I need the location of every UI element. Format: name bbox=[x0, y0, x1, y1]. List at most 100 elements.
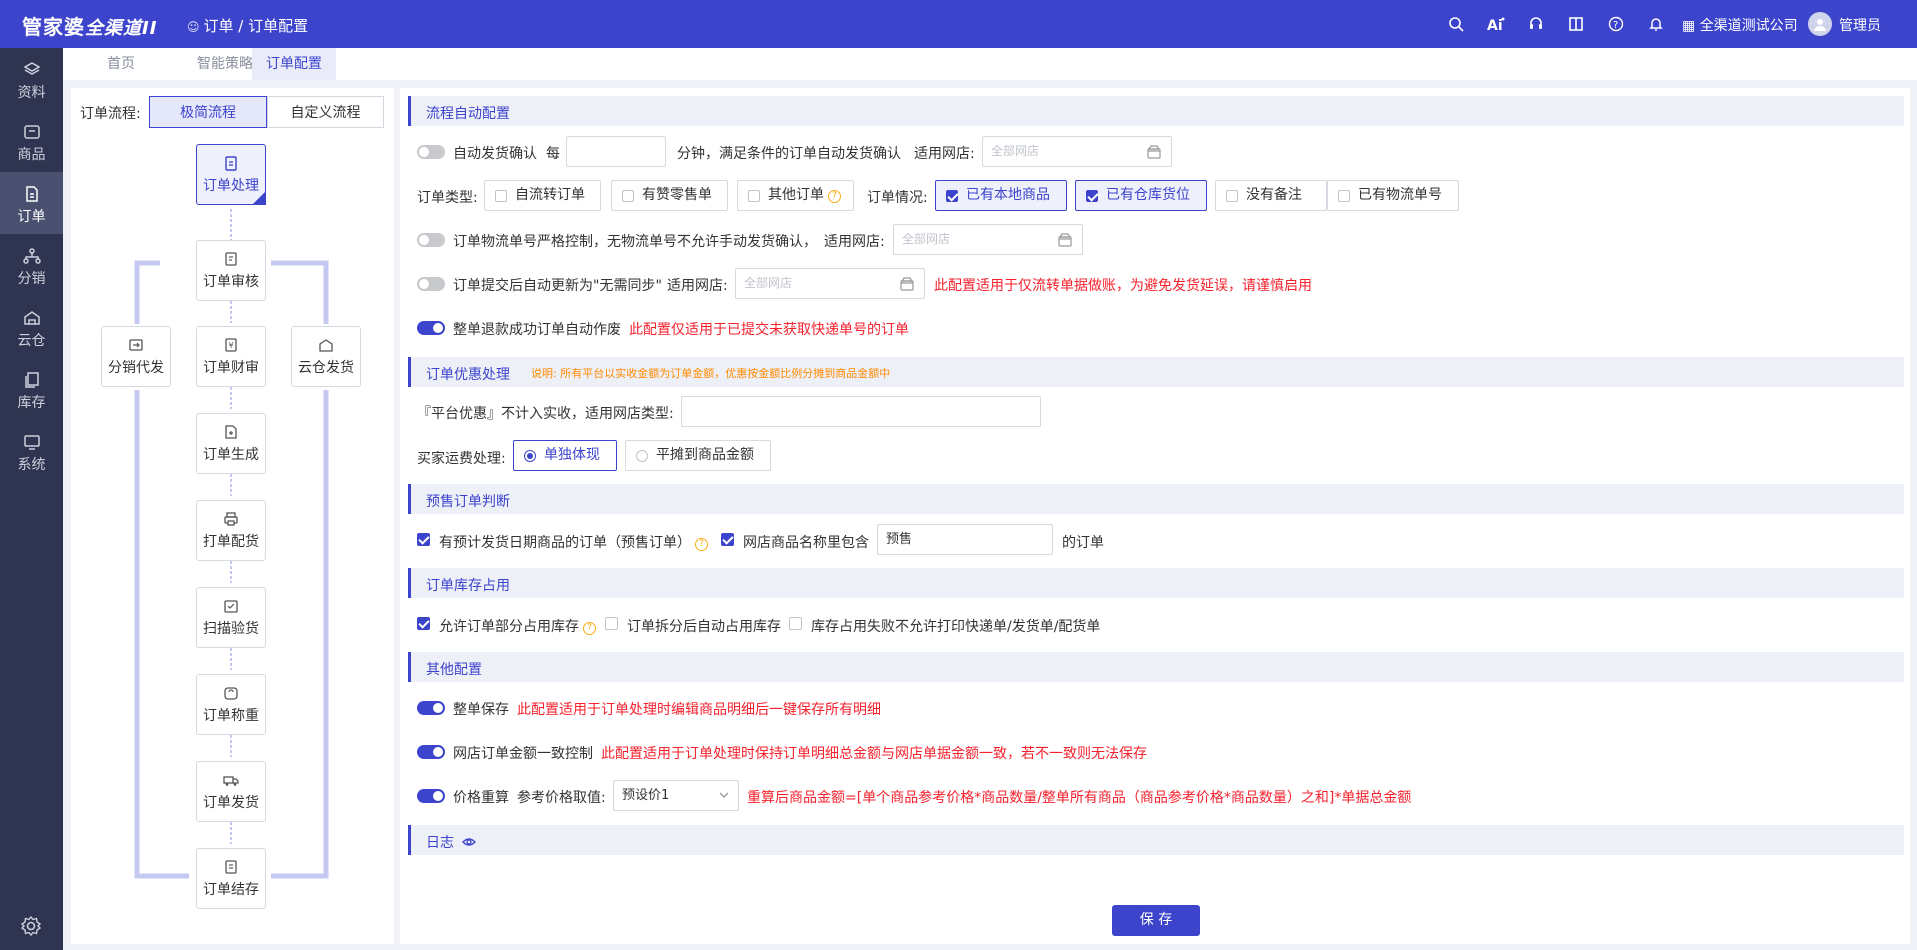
stock-split-checkbox[interactable] bbox=[605, 617, 618, 630]
tab-order-config[interactable]: 订单配置 bbox=[252, 48, 336, 80]
ai-icon[interactable]: Ai bbox=[1476, 12, 1516, 36]
flow-node-order-audit[interactable]: 订单审核 bbox=[196, 240, 266, 301]
reprice-label: 价格重算 bbox=[453, 790, 509, 806]
document-icon bbox=[25, 186, 38, 202]
amount-consistent-toggle[interactable] bbox=[417, 745, 445, 759]
status-warehouse-location[interactable]: 已有仓库货位 bbox=[1075, 180, 1207, 211]
freight-spread-radio[interactable]: 平摊到商品金额 bbox=[625, 440, 771, 471]
strict-logistics-label: 订单物流单号严格控制，无物流单号不允许手动发货确认， bbox=[453, 234, 817, 250]
flow-node-cloud-shipping[interactable]: 云仓发货 bbox=[291, 326, 361, 387]
printer-icon bbox=[224, 512, 238, 526]
tab-home[interactable]: 首页 bbox=[93, 48, 149, 80]
sidebar-item-products[interactable]: 商品 bbox=[0, 110, 63, 172]
search-icon[interactable] bbox=[1436, 12, 1476, 36]
flow-node-settle[interactable]: 订单结存 bbox=[196, 848, 266, 909]
reprice-toggle[interactable] bbox=[417, 789, 445, 803]
avatar[interactable] bbox=[1808, 12, 1832, 36]
status-no-remark[interactable]: 没有备注 bbox=[1215, 180, 1327, 211]
order-type-youzan[interactable]: 有赞零售单 bbox=[611, 180, 728, 211]
sidebar-item-cloud-warehouse[interactable]: 云仓 bbox=[0, 296, 63, 358]
no-sync-toggle[interactable] bbox=[417, 277, 445, 291]
eye-icon[interactable] bbox=[462, 835, 476, 849]
flow-node-print-pick[interactable]: 打单配货 bbox=[196, 500, 266, 561]
finance-icon: ¥ bbox=[225, 338, 237, 352]
question-icon[interactable]: ? bbox=[1596, 12, 1636, 36]
truck-icon bbox=[223, 776, 239, 786]
shop-label-2: 适用网店: bbox=[824, 234, 885, 250]
company-switcher[interactable]: ▦ 全渠道测试公司 bbox=[1682, 15, 1798, 35]
file-plus-icon bbox=[225, 425, 237, 439]
audit-icon bbox=[225, 252, 237, 266]
sidebar-item-orders[interactable]: 订单 bbox=[0, 172, 63, 234]
auto-confirm-toggle[interactable] bbox=[417, 145, 445, 159]
strict-logistics-toggle[interactable] bbox=[417, 233, 445, 247]
section-discount: 订单优惠处理 说明: 所有平台以实收金额为订单金额，优惠按金额比例分摊到商品金额中 bbox=[408, 357, 1904, 387]
flow-node-scan-inspect[interactable]: 扫描验货 bbox=[196, 587, 266, 648]
flow-node-finance-audit[interactable]: ¥ 订单财审 bbox=[196, 326, 266, 387]
app-logo: 管家婆全渠道II bbox=[22, 15, 158, 39]
freight-separate-radio[interactable]: 单独体现 bbox=[513, 440, 617, 471]
flow-node-ship[interactable]: 订单发货 bbox=[196, 761, 266, 822]
refund-void-warning: 此配置仅适用于已提交未获取快递单号的订单 bbox=[629, 322, 909, 338]
presale-name-checkbox[interactable] bbox=[721, 533, 734, 546]
sidebar-item-data[interactable]: 资料 bbox=[0, 48, 63, 110]
whole-save-toggle[interactable] bbox=[417, 701, 445, 715]
shop-label-3: 适用网店: bbox=[667, 278, 728, 294]
svg-text:¥: ¥ bbox=[229, 341, 234, 350]
flow-node-order-process[interactable]: 订单处理 bbox=[196, 144, 266, 205]
stock-split-label: 订单拆分后自动占用库存 bbox=[627, 619, 781, 635]
header-toolbar: Ai ? bbox=[1436, 12, 1676, 36]
stock-partial-checkbox[interactable] bbox=[417, 617, 430, 630]
share-icon bbox=[129, 339, 143, 351]
layers-icon bbox=[22, 62, 41, 75]
every-label: 每 bbox=[546, 146, 560, 162]
sidebar-item-inventory[interactable]: 库存 bbox=[0, 358, 63, 420]
sidebar-item-distribution[interactable]: 分销 bbox=[0, 234, 63, 296]
headset-icon[interactable] bbox=[1516, 12, 1556, 36]
status-has-tracking[interactable]: 已有物流单号 bbox=[1327, 180, 1459, 211]
user-name[interactable]: 管理员 bbox=[1839, 15, 1881, 35]
presale-date-checkbox[interactable] bbox=[417, 533, 430, 546]
bell-icon[interactable] bbox=[1636, 12, 1676, 36]
shop-select-2[interactable]: 全部网店 bbox=[893, 224, 1083, 255]
svg-text:Ai: Ai bbox=[1487, 18, 1503, 32]
sidebar-item-system[interactable]: 系统 bbox=[0, 420, 63, 482]
auto-confirm-label: 自动发货确认 bbox=[453, 146, 537, 162]
presale-keyword-input[interactable]: 预售 bbox=[877, 524, 1053, 555]
flow-node-weigh[interactable]: 订单称重 bbox=[196, 674, 266, 735]
flow-node-order-generate[interactable]: 订单生成 bbox=[196, 413, 266, 474]
network-icon bbox=[22, 248, 41, 264]
stock-partial-label: 允许订单部分占用库存? bbox=[439, 616, 596, 636]
help-icon[interactable]: ? bbox=[828, 190, 841, 203]
chevron-down-icon bbox=[719, 792, 729, 798]
ref-price-select[interactable]: 预设价1 bbox=[613, 780, 739, 811]
top-bar: 管家婆全渠道II ☺ 订单 / 订单配置 Ai ? ▦ 全渠道测试公司 管理员 bbox=[0, 0, 1917, 48]
reprice-formula: 重算后商品金额=[单个商品参考价格*商品数量/整单所有商品（商品参考价格*商品数… bbox=[747, 790, 1412, 806]
breadcrumb: ☺ 订单 / 订单配置 bbox=[187, 17, 309, 35]
no-sync-label: 订单提交后自动更新为"无需同步" bbox=[453, 278, 662, 294]
cloud-warehouse-icon bbox=[23, 311, 40, 325]
gear-icon[interactable] bbox=[20, 915, 42, 937]
status-local-goods[interactable]: 已有本地商品 bbox=[935, 180, 1067, 211]
store-icon bbox=[1147, 145, 1161, 159]
monitor-icon bbox=[23, 435, 40, 450]
shop-select-1[interactable]: 全部网店 bbox=[982, 136, 1172, 167]
building-icon: ▦ bbox=[1682, 18, 1700, 34]
book-icon[interactable] bbox=[1556, 12, 1596, 36]
flow-node-distribution[interactable]: 分销代发 bbox=[101, 326, 171, 387]
minutes-input[interactable] bbox=[566, 136, 666, 167]
help-icon[interactable]: ? bbox=[583, 622, 596, 635]
shop-select-3[interactable]: 全部网店 bbox=[735, 268, 925, 299]
help-icon[interactable]: ? bbox=[695, 538, 708, 551]
whole-save-note: 此配置适用于订单处理时编辑商品明细后一键保存所有明细 bbox=[517, 702, 881, 718]
save-button[interactable]: 保 存 bbox=[1112, 905, 1200, 936]
stock-fail-checkbox[interactable] bbox=[789, 617, 802, 630]
platform-shop-type-input[interactable] bbox=[681, 396, 1041, 427]
refund-void-toggle[interactable] bbox=[417, 321, 445, 335]
section-log[interactable]: 日志 bbox=[408, 825, 1904, 855]
order-type-self-flow[interactable]: 自流转订单 bbox=[484, 180, 601, 211]
amount-consistent-note: 此配置适用于订单处理时保持订单明细总金额与网店单据金额一致，若不一致则无法保存 bbox=[601, 746, 1147, 762]
store-icon bbox=[1058, 233, 1072, 247]
order-type-other[interactable]: 其他订单? bbox=[737, 180, 854, 211]
section-auto-config: 流程自动配置 bbox=[408, 96, 1904, 126]
